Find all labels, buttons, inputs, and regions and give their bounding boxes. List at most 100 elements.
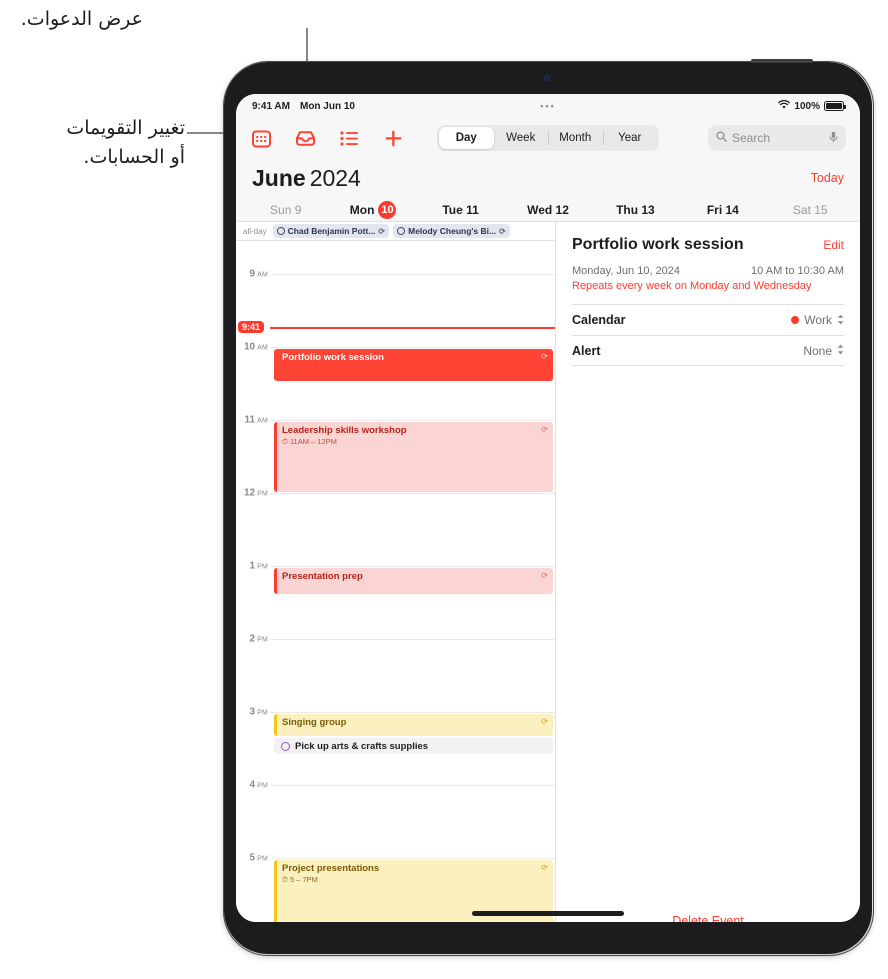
annotation-change-calendars-line1: تغيير التقويمات — [66, 117, 185, 139]
hour-line — [270, 347, 555, 348]
day-header-tue[interactable]: Tue 11 — [417, 203, 504, 217]
detail-row-alert[interactable]: Alert None — [572, 335, 844, 366]
hour-line — [270, 858, 555, 859]
hour-label-10am: 10 AM — [243, 341, 268, 353]
search-icon — [716, 131, 727, 145]
front-camera — [544, 75, 550, 81]
detail-row-calendar[interactable]: Calendar Work — [572, 304, 844, 335]
today-button[interactable]: Today — [811, 171, 844, 185]
status-bar: 9:41 AM Mon Jun 10 ••• 100% — [236, 94, 860, 118]
tab-day[interactable]: Day — [439, 127, 494, 149]
day-header-fri[interactable]: Fri 14 — [679, 203, 766, 217]
day-header-mon[interactable]: Mon 10 — [329, 200, 416, 219]
event-time: ⏱ 5 – 7PM — [282, 875, 318, 884]
year-value: 2024 — [309, 164, 361, 191]
battery-percent: 100% — [794, 100, 820, 112]
all-day-event-chip[interactable]: Chad Benjamin Pott... ⟳ — [272, 224, 390, 238]
event-time: ⏱ 11AM – 12PM — [282, 437, 337, 446]
battery-icon — [824, 101, 846, 111]
day-header-mon-name: Mon — [349, 202, 375, 217]
month-name: June — [252, 164, 306, 191]
repeat-icon: ⟳ — [541, 425, 548, 434]
event-accent-bar — [274, 860, 277, 922]
volume-button[interactable] — [751, 59, 813, 63]
chevron-updown-icon[interactable] — [837, 344, 844, 357]
list-view-icon[interactable] — [338, 127, 360, 149]
day-header-thu[interactable]: Thu 13 — [592, 203, 679, 217]
edit-button[interactable]: Edit — [823, 238, 844, 252]
hour-grid[interactable]: 9 AM 10 AM 11 AM 12 PM 1 PM 2 PM 3 PM 4 … — [236, 241, 555, 922]
detail-row-key: Alert — [572, 343, 601, 358]
detail-repeat-rule: Repeats every week on Monday and Wednesd… — [572, 280, 812, 292]
detail-row-value: None — [803, 343, 832, 358]
status-date: Mon Jun 10 — [299, 100, 355, 112]
selected-day-badge: 10 — [378, 200, 397, 219]
search-placeholder: Search — [732, 131, 771, 145]
reminder-checkbox-icon[interactable] — [281, 741, 290, 751]
event-accent-bar — [274, 422, 277, 492]
event-block[interactable]: Portfolio work session ⟳ — [274, 349, 553, 381]
event-block[interactable]: Leadership skills workshop ⏱ 11AM – 12PM… — [274, 422, 553, 492]
repeat-icon: ⟳ — [541, 863, 548, 872]
event-detail-panel: Portfolio work session Edit Monday, Jun … — [556, 222, 860, 922]
inbox-invitations-icon[interactable] — [294, 127, 316, 149]
day-header-sat[interactable]: Sat 15 — [767, 203, 854, 217]
calendars-icon[interactable] — [250, 127, 272, 149]
ipad-device-frame: 9:41 AM Mon Jun 10 ••• 100% Day Week Mon… — [222, 59, 874, 956]
event-accent-bar — [274, 714, 277, 736]
tab-month[interactable]: Month — [548, 127, 603, 149]
hour-line — [270, 493, 555, 494]
reminder-title: Pick up arts & crafts supplies — [295, 740, 429, 752]
all-day-label: all-day — [243, 226, 267, 236]
page-title: June 2024 — [252, 165, 361, 192]
all-day-event-title: Chad Benjamin Pott... — [287, 226, 376, 236]
repeat-icon: ⟳ — [541, 571, 548, 580]
view-segmented-control[interactable]: Day Week Month Year — [437, 125, 659, 151]
all-day-event-chip[interactable]: Melody Cheung's Bi... ⟳ — [393, 224, 510, 238]
annotation-view-invitations: عرض الدعوات. — [20, 8, 143, 30]
event-block[interactable]: Presentation prep ⟳ — [274, 568, 553, 594]
hour-line — [270, 420, 555, 421]
reminder-item[interactable]: Pick up arts & crafts supplies — [274, 738, 553, 754]
tab-year[interactable]: Year — [602, 127, 658, 149]
home-indicator[interactable] — [472, 911, 624, 916]
event-title: Singing group — [282, 717, 347, 728]
repeat-icon: ⟳ — [499, 226, 506, 236]
search-input[interactable]: Search — [708, 125, 846, 151]
status-dynamic-dots: ••• — [540, 101, 556, 111]
all-day-row: all-day Chad Benjamin Pott... ⟳ Melody C… — [236, 222, 555, 241]
day-header-sun[interactable]: Sun 9 — [242, 203, 329, 217]
annotation-change-calendars-line2: أو الحسابات. — [83, 146, 185, 168]
wifi-icon — [778, 99, 791, 113]
day-strip: Sun 9 Mon 10 Tue 11 Wed 12 Thu 13 Fri 14… — [236, 198, 860, 222]
detail-row-key: Calendar — [572, 313, 626, 327]
hour-label-12pm: 12 PM — [243, 487, 268, 499]
event-title: Presentation prep — [282, 571, 363, 582]
hour-label-5pm: 5 PM — [249, 852, 268, 864]
event-block[interactable]: Singing group ⟳ — [274, 714, 553, 736]
hour-label-2pm: 2 PM — [249, 633, 268, 645]
all-day-event-title: Melody Cheung's Bi... — [408, 226, 497, 236]
event-accent-bar — [274, 568, 277, 594]
calendar-color-dot — [791, 316, 800, 324]
detail-title: Portfolio work session — [572, 236, 744, 253]
current-time-line — [270, 327, 555, 329]
contact-avatar-icon — [397, 227, 406, 235]
add-event-icon[interactable] — [382, 127, 404, 149]
hour-line — [270, 639, 555, 640]
event-title: Project presentations — [282, 863, 380, 874]
repeat-icon: ⟳ — [378, 226, 386, 236]
microphone-icon[interactable] — [829, 131, 838, 146]
month-header: June 2024 Today — [236, 158, 860, 198]
day-header-wed[interactable]: Wed 12 — [504, 203, 591, 217]
current-time-label: 9:41 — [238, 321, 265, 333]
chevron-updown-icon[interactable] — [837, 314, 844, 327]
tab-week[interactable]: Week — [494, 127, 549, 149]
hour-label-1pm: 1 PM — [249, 560, 268, 572]
hour-line — [270, 274, 555, 275]
content-area: all-day Chad Benjamin Pott... ⟳ Melody C… — [236, 222, 860, 922]
repeat-icon: ⟳ — [541, 717, 548, 726]
day-timeline: all-day Chad Benjamin Pott... ⟳ Melody C… — [236, 222, 556, 922]
event-title: Portfolio work session — [282, 352, 384, 363]
hour-line — [270, 785, 555, 786]
